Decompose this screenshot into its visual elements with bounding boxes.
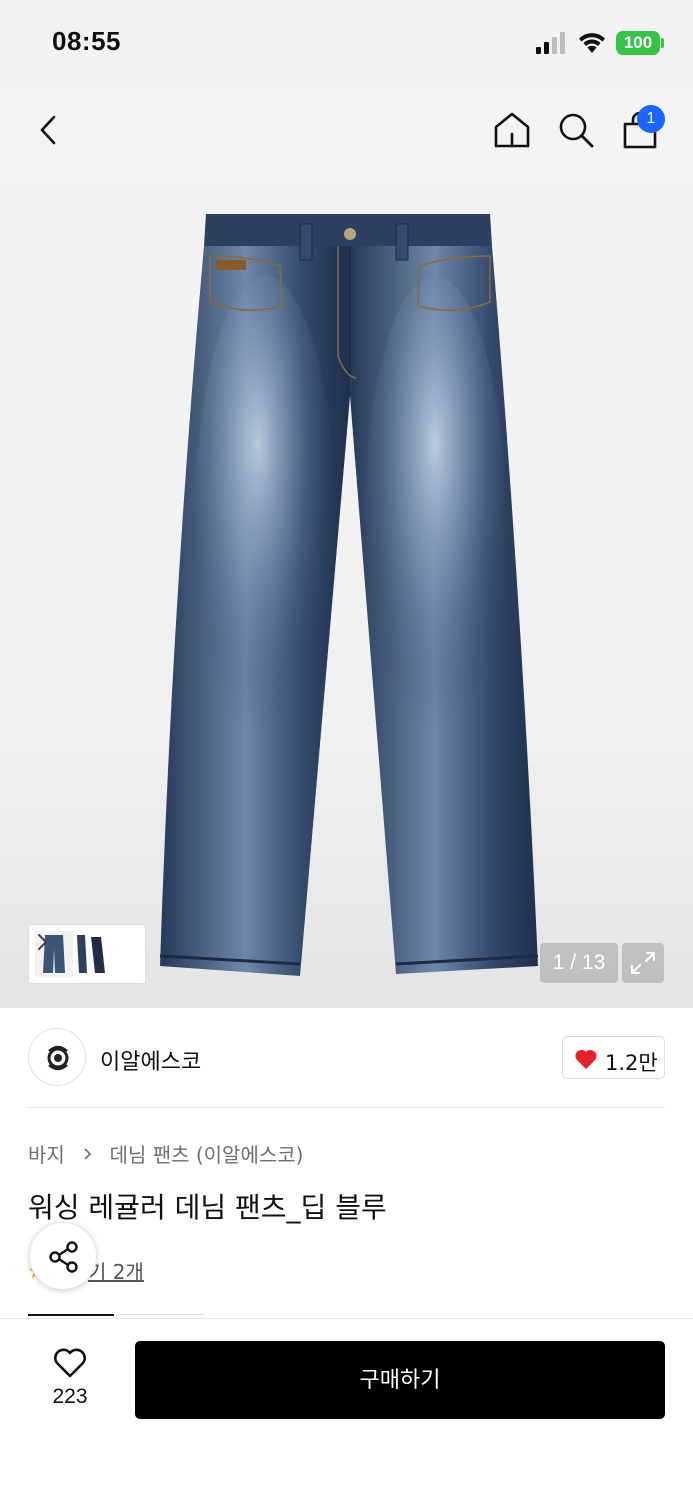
chevron-right-icon: [84, 1147, 92, 1160]
chevron-left-icon[interactable]: [32, 112, 68, 148]
thumbnail-strip[interactable]: [28, 924, 146, 984]
search-icon[interactable]: [556, 110, 596, 150]
battery-cap: [661, 38, 664, 48]
breadcrumb-item-denim[interactable]: 데님 팬츠 (이알에스코): [110, 1139, 304, 1168]
buy-button[interactable]: 구매하기: [135, 1341, 665, 1419]
expand-icon: [631, 952, 655, 974]
breadcrumb[interactable]: 바지 데님 팬츠 (이알에스코): [28, 1139, 303, 1168]
battery-indicator: 100: [616, 31, 660, 55]
product-image-gallery[interactable]: 1 1 / 13: [0, 88, 693, 1008]
product-title: 워싱 레귤러 데님 팬츠_딥 블루: [28, 1191, 387, 1224]
share-icon: [49, 1241, 78, 1273]
brand-row[interactable]: 이알에스코 1.2만: [0, 1008, 693, 1108]
wishlist-count: 223: [52, 1385, 88, 1408]
image-pager: 1 / 13: [540, 943, 618, 983]
product-detail-page: 08:55 100 1 1 / 13 이알에스코 1.2만 바지 데님 팬츠 (…: [0, 0, 693, 1500]
brand-logo-mark: [47, 1045, 69, 1071]
brand-like-count: 1.2만: [605, 1051, 658, 1075]
wishlist-button[interactable]: 223: [30, 1345, 110, 1415]
status-time: 08:55: [52, 26, 121, 56]
brand-name[interactable]: 이알에스코: [100, 1044, 201, 1076]
chevron-right-icon: [38, 934, 48, 950]
status-bar: 08:55 100: [0, 0, 693, 88]
heart-filled-icon: [575, 1049, 597, 1069]
brand-like-button[interactable]: 1.2만: [562, 1036, 665, 1079]
expand-button[interactable]: [622, 943, 664, 983]
wifi-icon: [579, 33, 605, 53]
cart-count-badge: 1: [637, 105, 665, 133]
brand-logo[interactable]: [28, 1028, 86, 1086]
product-photo: [159, 214, 539, 976]
divider: [28, 1107, 665, 1108]
home-icon[interactable]: [492, 110, 532, 150]
breadcrumb-item-pants[interactable]: 바지: [28, 1139, 65, 1168]
cellular-signal-icon: [536, 32, 565, 54]
heart-outline-icon: [54, 1348, 86, 1378]
bottom-action-bar: 223 구매하기: [0, 1318, 693, 1500]
share-button[interactable]: [29, 1222, 97, 1290]
